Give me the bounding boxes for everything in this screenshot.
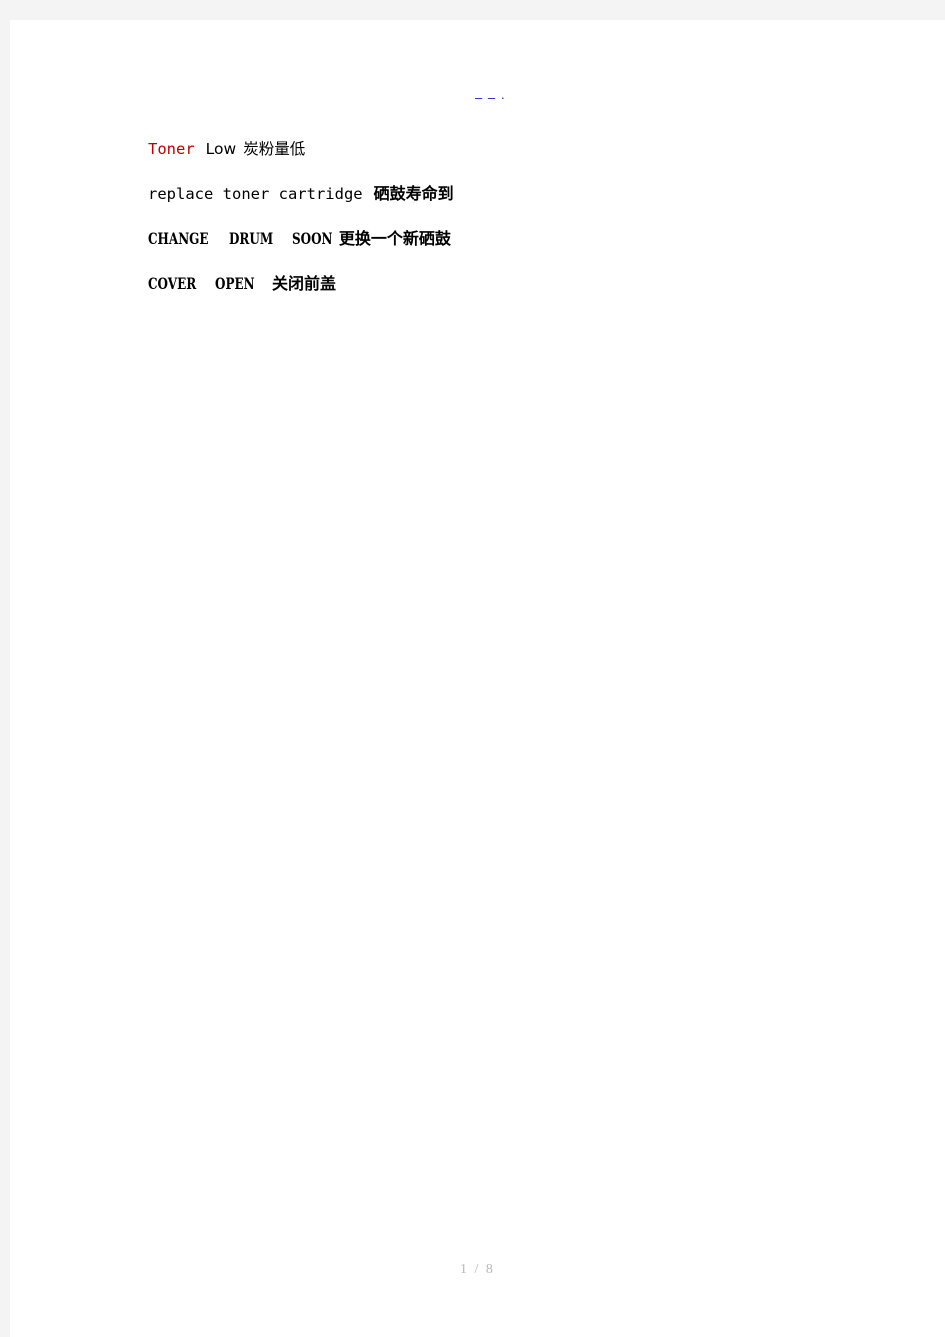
text-run-drum: DRUM [229, 229, 274, 248]
text-run-drum-life-cjk: 硒鼓寿命到 [373, 184, 454, 203]
page-indicator: 1 / 8 [460, 1262, 495, 1277]
text-run-open: OPEN [215, 274, 255, 293]
document-page: – – · Toner Low 炭粉量低 replace toner cartrid… [10, 20, 945, 1337]
text-run-low: Low [205, 140, 237, 158]
text-run-replace-toner-cartridge: replace toner cartridge [148, 185, 363, 203]
text-run-toner-low-cjk: 炭粉量低 [243, 140, 306, 158]
text-line-toner-low: Toner Low 炭粉量低 [148, 138, 848, 160]
text-run-cover-open-cjk: 关闭前盖 [272, 274, 337, 293]
text-run-toner: Toner [148, 140, 195, 158]
text-line-replace-toner-cartridge: replace toner cartridge 硒鼓寿命到 [148, 183, 848, 205]
text-line-cover-open: COVER OPEN 关闭前盖 [148, 273, 848, 295]
text-line-change-drum-soon: CHANGE DRUM SOON 更换一个新硒鼓 [148, 228, 848, 250]
text-run-change: CHANGE [148, 229, 209, 248]
text-run-soon: SOON [291, 229, 333, 248]
header-dash-mark: – – · [475, 90, 507, 105]
text-run-change-drum-cjk: 更换一个新硒鼓 [338, 229, 451, 248]
text-run-cover: COVER [148, 274, 197, 293]
document-body: Toner Low 炭粉量低 replace toner cartridge 硒鼓寿命… [148, 138, 848, 318]
